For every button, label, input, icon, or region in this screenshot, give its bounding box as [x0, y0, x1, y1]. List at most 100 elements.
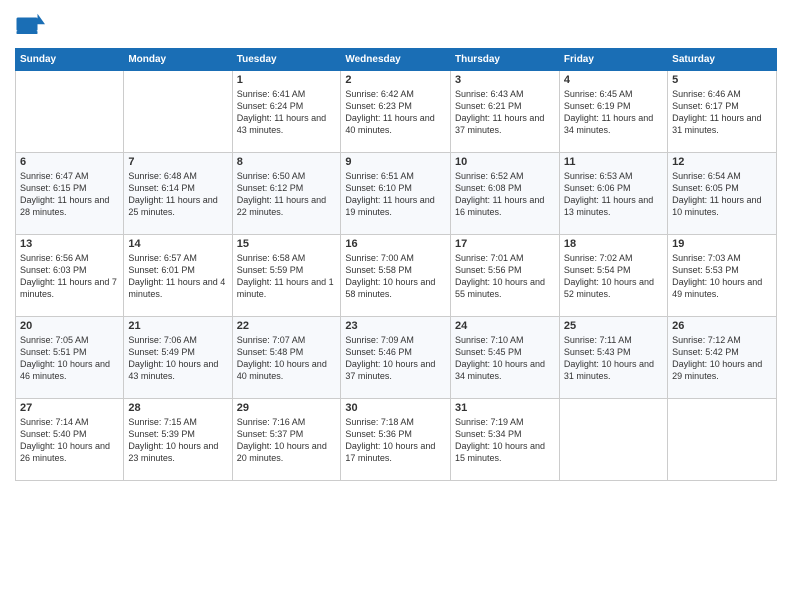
week-row-4: 27 Sunrise: 7:14 AM Sunset: 5:40 PM Dayli…: [16, 399, 777, 481]
calendar-cell: 18 Sunrise: 7:02 AM Sunset: 5:54 PM Dayli…: [559, 235, 667, 317]
cell-content: Sunrise: 6:42 AM Sunset: 6:23 PM Dayligh…: [345, 88, 446, 137]
cell-content: Sunrise: 6:46 AM Sunset: 6:17 PM Dayligh…: [672, 88, 772, 137]
day-number: 29: [237, 402, 337, 414]
cell-content: Sunrise: 7:02 AM Sunset: 5:54 PM Dayligh…: [564, 252, 663, 301]
calendar-cell: 9 Sunrise: 6:51 AM Sunset: 6:10 PM Daylig…: [341, 153, 451, 235]
calendar-cell: 14 Sunrise: 6:57 AM Sunset: 6:01 PM Dayli…: [124, 235, 232, 317]
calendar-cell: [124, 71, 232, 153]
calendar: SundayMondayTuesdayWednesdayThursdayFrid…: [15, 48, 777, 481]
day-number: 19: [672, 238, 772, 250]
day-number: 30: [345, 402, 446, 414]
calendar-cell: 21 Sunrise: 7:06 AM Sunset: 5:49 PM Dayli…: [124, 317, 232, 399]
cell-content: Sunrise: 7:18 AM Sunset: 5:36 PM Dayligh…: [345, 416, 446, 465]
day-number: 4: [564, 74, 663, 86]
cell-content: Sunrise: 7:03 AM Sunset: 5:53 PM Dayligh…: [672, 252, 772, 301]
day-number: 14: [128, 238, 227, 250]
cell-content: Sunrise: 7:15 AM Sunset: 5:39 PM Dayligh…: [128, 416, 227, 465]
day-number: 5: [672, 74, 772, 86]
cell-content: Sunrise: 6:56 AM Sunset: 6:03 PM Dayligh…: [20, 252, 119, 301]
cell-content: Sunrise: 6:41 AM Sunset: 6:24 PM Dayligh…: [237, 88, 337, 137]
col-header-thursday: Thursday: [450, 49, 559, 71]
calendar-cell: 8 Sunrise: 6:50 AM Sunset: 6:12 PM Daylig…: [232, 153, 341, 235]
week-row-3: 20 Sunrise: 7:05 AM Sunset: 5:51 PM Dayli…: [16, 317, 777, 399]
calendar-cell: [16, 71, 124, 153]
cell-content: Sunrise: 6:52 AM Sunset: 6:08 PM Dayligh…: [455, 170, 555, 219]
calendar-cell: 28 Sunrise: 7:15 AM Sunset: 5:39 PM Dayli…: [124, 399, 232, 481]
calendar-header-row: SundayMondayTuesdayWednesdayThursdayFrid…: [16, 49, 777, 71]
day-number: 9: [345, 156, 446, 168]
day-number: 26: [672, 320, 772, 332]
calendar-cell: 13 Sunrise: 6:56 AM Sunset: 6:03 PM Dayli…: [16, 235, 124, 317]
calendar-cell: 6Sunrise: 6:47 AM Sunset: 6:15 PM Daylig…: [16, 153, 124, 235]
col-header-friday: Friday: [559, 49, 667, 71]
calendar-cell: 7Sunrise: 6:48 AM Sunset: 6:14 PM Daylig…: [124, 153, 232, 235]
calendar-cell: 25 Sunrise: 7:11 AM Sunset: 5:43 PM Dayli…: [559, 317, 667, 399]
day-number: 23: [345, 320, 446, 332]
cell-content: Sunrise: 6:54 AM Sunset: 6:05 PM Dayligh…: [672, 170, 772, 219]
calendar-cell: 3 Sunrise: 6:43 AM Sunset: 6:21 PM Daylig…: [450, 71, 559, 153]
calendar-cell: 2 Sunrise: 6:42 AM Sunset: 6:23 PM Daylig…: [341, 71, 451, 153]
calendar-cell: [668, 399, 777, 481]
cell-content: Sunrise: 6:53 AM Sunset: 6:06 PM Dayligh…: [564, 170, 663, 219]
cell-content: Sunrise: 6:51 AM Sunset: 6:10 PM Dayligh…: [345, 170, 446, 219]
day-number: 1: [237, 74, 337, 86]
week-row-2: 13 Sunrise: 6:56 AM Sunset: 6:03 PM Dayli…: [16, 235, 777, 317]
day-number: 10: [455, 156, 555, 168]
calendar-cell: 5 Sunrise: 6:46 AM Sunset: 6:17 PM Daylig…: [668, 71, 777, 153]
day-number: 16: [345, 238, 446, 250]
day-number: 28: [128, 402, 227, 414]
week-row-0: 1 Sunrise: 6:41 AM Sunset: 6:24 PM Daylig…: [16, 71, 777, 153]
col-header-sunday: Sunday: [16, 49, 124, 71]
calendar-cell: 11Sunrise: 6:53 AM Sunset: 6:06 PM Dayli…: [559, 153, 667, 235]
day-number: 20: [20, 320, 119, 332]
day-number: 3: [455, 74, 555, 86]
col-header-monday: Monday: [124, 49, 232, 71]
calendar-cell: 23 Sunrise: 7:09 AM Sunset: 5:46 PM Dayli…: [341, 317, 451, 399]
cell-content: Sunrise: 6:58 AM Sunset: 5:59 PM Dayligh…: [237, 252, 337, 301]
cell-content: Sunrise: 7:10 AM Sunset: 5:45 PM Dayligh…: [455, 334, 555, 383]
cell-content: Sunrise: 7:09 AM Sunset: 5:46 PM Dayligh…: [345, 334, 446, 383]
cell-content: Sunrise: 7:00 AM Sunset: 5:58 PM Dayligh…: [345, 252, 446, 301]
calendar-cell: 22Sunrise: 7:07 AM Sunset: 5:48 PM Dayli…: [232, 317, 341, 399]
calendar-cell: 19 Sunrise: 7:03 AM Sunset: 5:53 PM Dayli…: [668, 235, 777, 317]
cell-content: Sunrise: 7:06 AM Sunset: 5:49 PM Dayligh…: [128, 334, 227, 383]
day-number: 13: [20, 238, 119, 250]
day-number: 22: [237, 320, 337, 332]
calendar-cell: 31Sunrise: 7:19 AM Sunset: 5:34 PM Dayli…: [450, 399, 559, 481]
cell-content: Sunrise: 7:05 AM Sunset: 5:51 PM Dayligh…: [20, 334, 119, 383]
calendar-cell: 20 Sunrise: 7:05 AM Sunset: 5:51 PM Dayli…: [16, 317, 124, 399]
cell-content: Sunrise: 7:14 AM Sunset: 5:40 PM Dayligh…: [20, 416, 119, 465]
day-number: 7: [128, 156, 227, 168]
day-number: 21: [128, 320, 227, 332]
cell-content: Sunrise: 6:47 AM Sunset: 6:15 PM Dayligh…: [20, 170, 119, 219]
calendar-cell: 4 Sunrise: 6:45 AM Sunset: 6:19 PM Daylig…: [559, 71, 667, 153]
cell-content: Sunrise: 7:19 AM Sunset: 5:34 PM Dayligh…: [455, 416, 555, 465]
cell-content: Sunrise: 7:11 AM Sunset: 5:43 PM Dayligh…: [564, 334, 663, 383]
calendar-cell: 27 Sunrise: 7:14 AM Sunset: 5:40 PM Dayli…: [16, 399, 124, 481]
day-number: 8: [237, 156, 337, 168]
col-header-wednesday: Wednesday: [341, 49, 451, 71]
logo-icon: [15, 10, 45, 40]
day-number: 12: [672, 156, 772, 168]
day-number: 2: [345, 74, 446, 86]
cell-content: Sunrise: 6:50 AM Sunset: 6:12 PM Dayligh…: [237, 170, 337, 219]
calendar-cell: [559, 399, 667, 481]
calendar-cell: 26 Sunrise: 7:12 AM Sunset: 5:42 PM Dayli…: [668, 317, 777, 399]
cell-content: Sunrise: 6:57 AM Sunset: 6:01 PM Dayligh…: [128, 252, 227, 301]
calendar-cell: 30 Sunrise: 7:18 AM Sunset: 5:36 PM Dayli…: [341, 399, 451, 481]
day-number: 27: [20, 402, 119, 414]
calendar-cell: 29Sunrise: 7:16 AM Sunset: 5:37 PM Dayli…: [232, 399, 341, 481]
calendar-cell: 17Sunrise: 7:01 AM Sunset: 5:56 PM Dayli…: [450, 235, 559, 317]
calendar-cell: 10 Sunrise: 6:52 AM Sunset: 6:08 PM Dayli…: [450, 153, 559, 235]
calendar-cell: 24 Sunrise: 7:10 AM Sunset: 5:45 PM Dayli…: [450, 317, 559, 399]
day-number: 15: [237, 238, 337, 250]
cell-content: Sunrise: 7:12 AM Sunset: 5:42 PM Dayligh…: [672, 334, 772, 383]
page: SundayMondayTuesdayWednesdayThursdayFrid…: [0, 0, 792, 612]
calendar-cell: 15 Sunrise: 6:58 AM Sunset: 5:59 PM Dayli…: [232, 235, 341, 317]
cell-content: Sunrise: 6:43 AM Sunset: 6:21 PM Dayligh…: [455, 88, 555, 137]
col-header-tuesday: Tuesday: [232, 49, 341, 71]
day-number: 18: [564, 238, 663, 250]
day-number: 25: [564, 320, 663, 332]
cell-content: Sunrise: 6:45 AM Sunset: 6:19 PM Dayligh…: [564, 88, 663, 137]
day-number: 24: [455, 320, 555, 332]
